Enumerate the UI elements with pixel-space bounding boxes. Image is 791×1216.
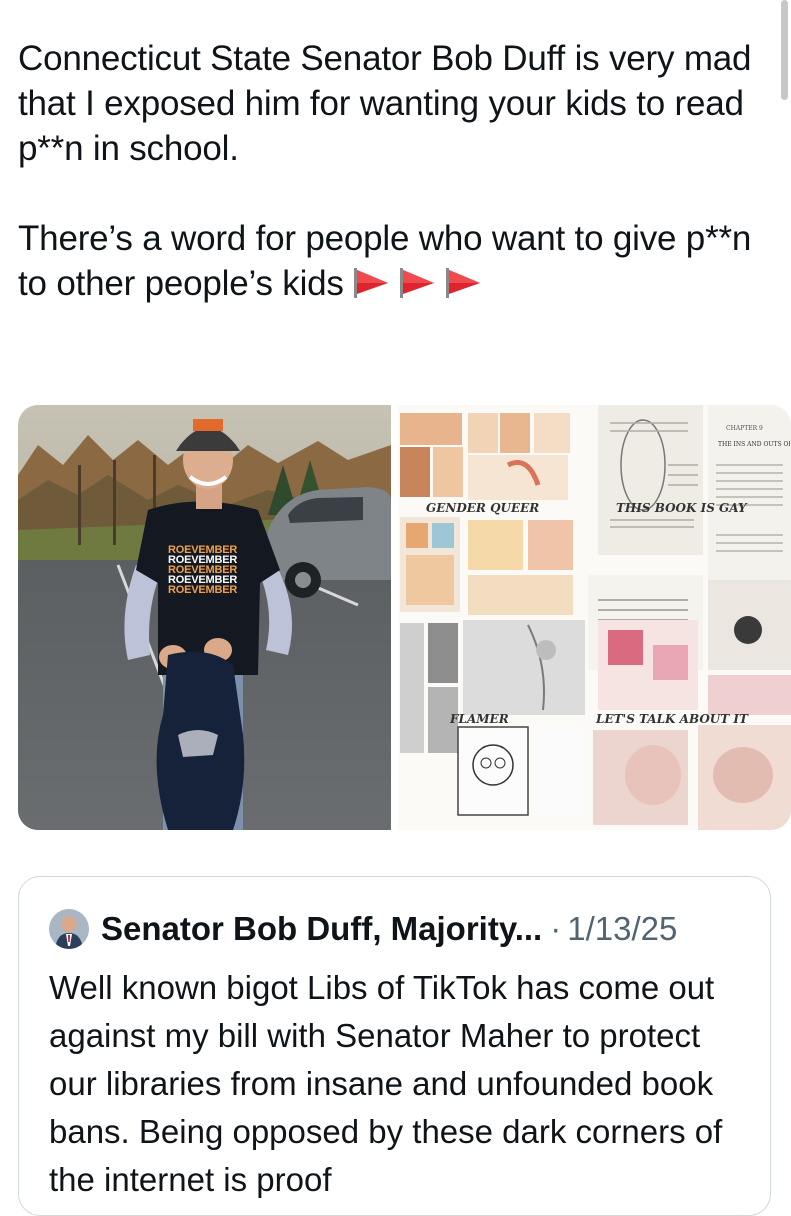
collage-title-lets-talk: LET'S TALK ABOUT IT — [596, 712, 748, 726]
dot-separator: · — [550, 910, 562, 947]
chapter-heading: THE INS AND OUTS OF GAY — [718, 441, 790, 448]
quoted-tweet-date[interactable]: 1/13/25 — [567, 910, 677, 948]
shirt-print: ROEVEMBER ROEVEMBER ROEVEMBER ROEVEMBER … — [168, 545, 238, 596]
tweet-paragraph-1: Connecticut State Senator Bob Duff is ve… — [18, 39, 752, 168]
collage-title-this-book-is-gay: THIS BOOK IS GAY — [616, 501, 747, 515]
scrollbar-thumb[interactable] — [781, 0, 788, 100]
flag-emoji-group — [352, 267, 482, 299]
quoted-tweet-header: Senator Bob Duff, Majority... · 1/13/25 — [49, 909, 677, 949]
avatar[interactable] — [49, 909, 89, 949]
senator-photo-illustration — [18, 405, 391, 830]
quoted-tweet-text: Well known bigot Libs of TikTok has come… — [49, 969, 723, 1198]
tweet-paragraph-2: There’s a word for people who want to gi… — [18, 216, 758, 306]
quoted-author-name[interactable]: Senator Bob Duff, Majority... — [101, 910, 542, 948]
chapter-label: CHAPTER 9 — [726, 425, 763, 432]
triangular-flag-icon — [399, 268, 434, 298]
shirt-line: ROEVEMBER — [168, 584, 238, 596]
media-photo-senator[interactable]: ROEVEMBER ROEVEMBER ROEVEMBER ROEVEMBER … — [18, 405, 391, 830]
book-pages-collage — [400, 405, 791, 830]
collage-title-gender-queer: GENDER QUEER — [426, 501, 540, 515]
media-collage-books[interactable]: GENDER QUEER THIS BOOK IS GAY CHAPTER 9 … — [398, 405, 791, 830]
quoted-tweet[interactable]: Senator Bob Duff, Majority... · 1/13/25 … — [18, 876, 771, 1216]
tweet-text: Connecticut State Senator Bob Duff is ve… — [18, 36, 758, 306]
avatar-image — [49, 909, 89, 949]
triangular-flag-icon — [353, 268, 388, 298]
tweet-media[interactable]: ROEVEMBER ROEVEMBER ROEVEMBER ROEVEMBER … — [18, 405, 791, 830]
triangular-flag-icon — [445, 268, 480, 298]
collage-title-flamer: FLAMER — [450, 712, 509, 726]
